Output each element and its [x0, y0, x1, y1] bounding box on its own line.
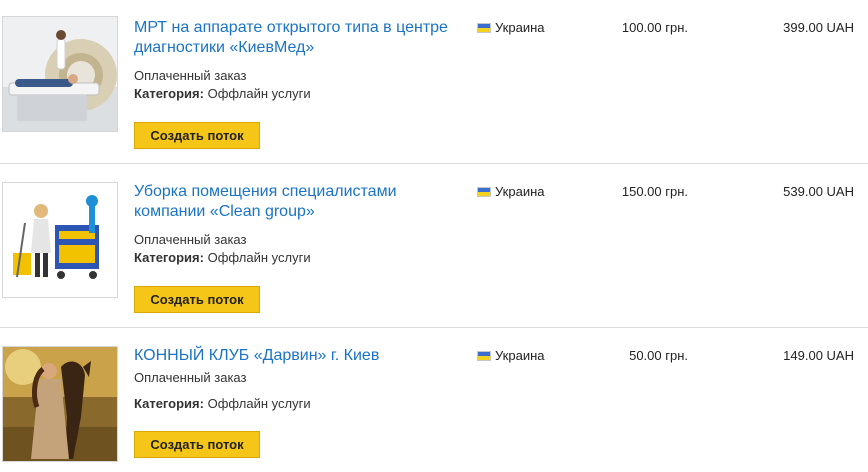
ukraine-flag-icon	[477, 187, 491, 197]
create-stream-button[interactable]: Создать поток	[134, 431, 260, 458]
category-label: Категория:	[134, 396, 204, 411]
order-price: 50.00 грн.	[629, 348, 688, 363]
order-status: Оплаченный заказ	[134, 232, 247, 247]
order-row: КОННЫЙ КЛУБ «Дарвин» г. Киев Оплаченный …	[0, 328, 868, 472]
order-category: Категория: Оффлайн услуги	[134, 249, 311, 267]
cleaning-image-art	[3, 183, 117, 297]
cleaning-cart-photo[interactable]	[2, 182, 118, 298]
order-total: 539.00 UAH	[783, 184, 854, 199]
mri-image-art	[3, 17, 117, 131]
category-value: Оффлайн услуги	[207, 86, 311, 101]
horse-image-art	[3, 347, 117, 461]
order-status: Оплаченный заказ	[134, 370, 247, 385]
category-value: Оффлайн услуги	[207, 396, 311, 411]
order-price: 100.00 грн.	[621, 20, 688, 35]
order-title-link[interactable]: МРТ на аппарате открытого типа в центре …	[134, 18, 464, 58]
country-name: Украина	[495, 20, 545, 35]
order-status: Оплаченный заказ	[134, 68, 247, 83]
order-category: Категория: Оффлайн услуги	[134, 395, 311, 413]
country-name: Украина	[495, 348, 545, 363]
order-total: 399.00 UAH	[783, 20, 854, 35]
category-value: Оффлайн услуги	[207, 250, 311, 265]
order-row: Уборка помещения специалистами компании …	[0, 164, 868, 328]
category-label: Категория:	[134, 250, 204, 265]
create-stream-button[interactable]: Создать поток	[134, 122, 260, 149]
orders-list: МРТ на аппарате открытого типа в центре …	[0, 0, 868, 472]
ukraine-flag-icon	[477, 23, 491, 33]
ukraine-flag-icon	[477, 351, 491, 361]
order-category: Категория: Оффлайн услуги	[134, 85, 311, 103]
create-stream-button[interactable]: Создать поток	[134, 286, 260, 313]
order-price: 150.00 грн.	[621, 184, 688, 199]
order-country: Украина	[477, 20, 545, 36]
order-country: Украина	[477, 348, 545, 364]
order-title-link[interactable]: КОННЫЙ КЛУБ «Дарвин» г. Киев	[134, 346, 464, 366]
order-country: Украина	[477, 184, 545, 200]
order-title-link[interactable]: Уборка помещения специалистами компании …	[134, 182, 464, 222]
order-total: 149.00 UAH	[783, 348, 854, 363]
mri-scanner-photo[interactable]	[2, 16, 118, 132]
order-row: МРТ на аппарате открытого типа в центре …	[0, 0, 868, 164]
category-label: Категория:	[134, 86, 204, 101]
country-name: Украина	[495, 184, 545, 199]
horse-photo[interactable]	[2, 346, 118, 462]
